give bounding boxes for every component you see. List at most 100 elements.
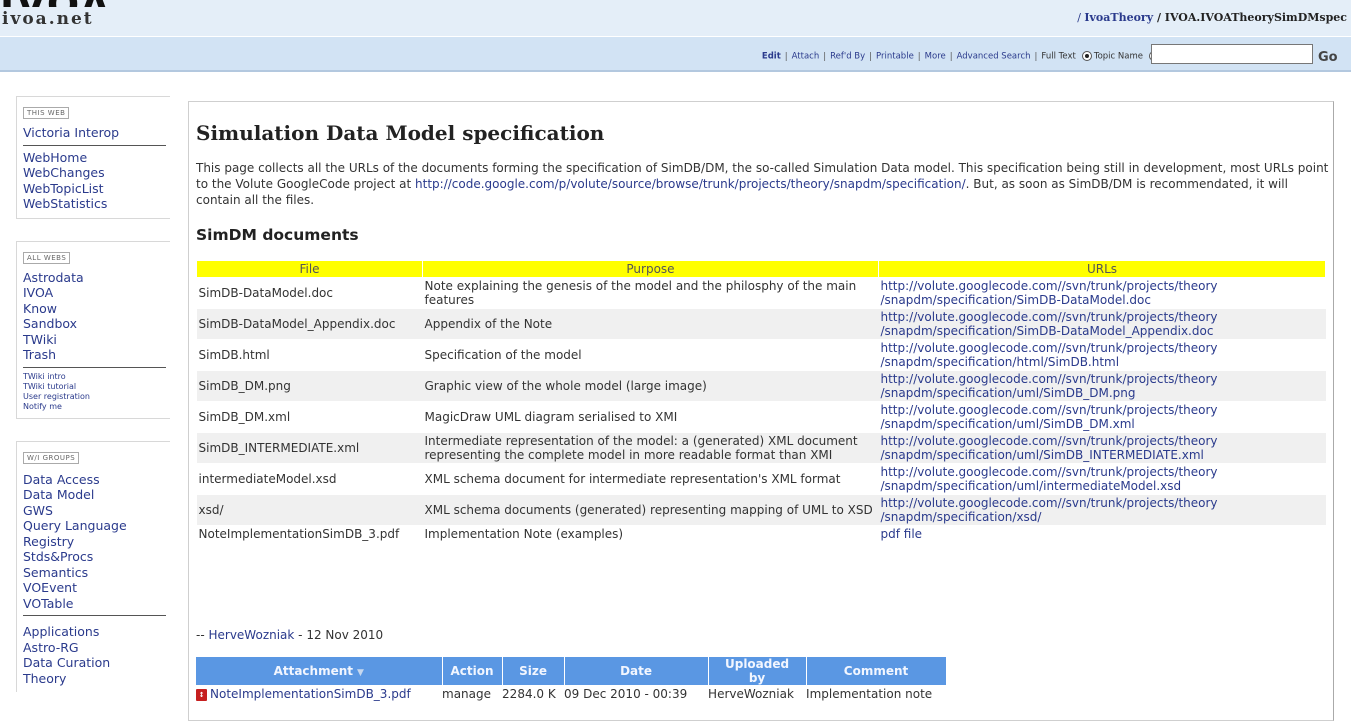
intro-paragraph: This page collects all the URLs of the d… xyxy=(196,160,1332,208)
full-text-radio[interactable] xyxy=(1081,51,1092,61)
url-part: http://volute.googlecode.com//svn/trunk/… xyxy=(880,434,1218,448)
url-cell: http://volute.googlecode.com//svn/trunk/… xyxy=(878,463,1326,495)
sidebar-item-astro-rg[interactable]: Astro-RG xyxy=(23,640,170,656)
attachment-file-link[interactable]: NoteImplementationSimDB_3.pdf xyxy=(210,687,411,701)
url-part: /snapdm/specification/html/SimDB.html xyxy=(880,355,1120,369)
sidebar-link-twiki-tutorial[interactable]: TWiki tutorial xyxy=(23,382,170,392)
column-header-comment[interactable]: Comment xyxy=(806,657,947,685)
column-header-action[interactable]: Action xyxy=(442,657,503,685)
column-header-purpose[interactable]: Purpose xyxy=(422,260,879,278)
manage-link[interactable]: manage xyxy=(442,687,491,701)
url-part: http://volute.googlecode.com//svn/trunk/… xyxy=(880,279,1218,293)
document-url-link[interactable]: http://volute.googlecode.com//svn/trunk/… xyxy=(881,403,1218,431)
uploader-link[interactable]: HerveWozniak xyxy=(708,687,794,701)
sidebar-web-title[interactable]: Victoria Interop xyxy=(23,125,170,141)
sidebar-item-sandbox[interactable]: Sandbox xyxy=(23,316,170,332)
pdf-file-link[interactable]: pdf file xyxy=(881,527,923,541)
section-title: SimDM documents xyxy=(196,226,359,244)
refd-by-link[interactable]: Ref'd By xyxy=(830,52,865,62)
file-cell: xsd/ xyxy=(196,494,423,526)
purpose-cell: MagicDraw UML diagram serialised to XMI xyxy=(422,401,879,433)
sidebar-link-notify-me[interactable]: Notify me xyxy=(23,402,170,412)
sidebar-item-data-model[interactable]: Data Model xyxy=(23,487,170,503)
action-toolbar: Edit | Attach | Ref'd By | Printable | More | Adva… xyxy=(0,37,1351,72)
sidebar-item-semantics[interactable]: Semantics xyxy=(23,565,170,581)
attachment-cell: ↕ NoteImplementationSimDB_3.pdf xyxy=(196,685,442,703)
edit-link[interactable]: Edit xyxy=(762,52,781,62)
sidebar-item-data-curation[interactable]: Data Curation xyxy=(23,655,170,671)
signature: -- HerveWozniak - 12 Nov 2010 xyxy=(196,628,383,642)
all-webs-group: ALL WEBS Astrodata IVOA Know Sandbox TWi… xyxy=(16,240,170,419)
purpose-cell: Intermediate representation of the model… xyxy=(422,432,879,464)
attachment-header-label: Attachment xyxy=(273,664,353,678)
document-url-link[interactable]: http://volute.googlecode.com//svn/trunk/… xyxy=(881,279,1218,307)
attach-link[interactable]: Attach xyxy=(792,52,820,62)
column-header-date[interactable]: Date xyxy=(564,657,709,685)
volute-project-link[interactable]: http://code.google.com/p/volute/source/b… xyxy=(415,177,966,191)
sidebar-item-data-access[interactable]: Data Access xyxy=(23,472,170,488)
more-link[interactable]: More xyxy=(925,52,946,62)
sidebar-item-know[interactable]: Know xyxy=(23,301,170,317)
document-url-link[interactable]: http://volute.googlecode.com//svn/trunk/… xyxy=(881,372,1218,400)
document-url-link[interactable]: http://volute.googlecode.com//svn/trunk/… xyxy=(881,434,1218,462)
column-header-uploaded-by[interactable]: Uploaded by xyxy=(708,657,807,685)
documents-table: File Purpose URLs SimDB-DataModel.doc No… xyxy=(196,260,1326,543)
url-part: /snapdm/specification/uml/SimDB_DM.xml xyxy=(880,417,1135,431)
purpose-cell: Graphic view of the whole model (large i… xyxy=(422,370,879,402)
url-cell: http://volute.googlecode.com//svn/trunk/… xyxy=(878,370,1326,402)
sidebar-link-twiki-intro[interactable]: TWiki intro xyxy=(23,372,170,382)
wi-groups-tag: W/I GROUPS xyxy=(23,451,80,464)
sidebar-item-theory[interactable]: Theory xyxy=(23,671,170,687)
file-cell: SimDB_INTERMEDIATE.xml xyxy=(196,432,423,464)
sidebar-item-webchanges[interactable]: WebChanges xyxy=(23,165,170,181)
sidebar-item-astrodata[interactable]: Astrodata xyxy=(23,270,170,286)
url-cell: http://volute.googlecode.com//svn/trunk/… xyxy=(878,401,1326,433)
sidebar-item-applications[interactable]: Applications xyxy=(23,624,170,640)
printable-link[interactable]: Printable xyxy=(876,52,914,62)
column-header-size[interactable]: Size xyxy=(502,657,565,685)
table-row: SimDB.html Specification of the model ht… xyxy=(196,339,1326,371)
column-header-attachment[interactable]: Attachment ▼ xyxy=(196,657,443,685)
attachment-row: ↕ NoteImplementationSimDB_3.pdf manage 22… xyxy=(196,685,946,703)
url-cell: pdf file xyxy=(878,525,1326,543)
search-input[interactable] xyxy=(1151,44,1313,64)
sidebar-item-trash[interactable]: Trash xyxy=(23,347,170,363)
sidebar-divider xyxy=(23,144,166,146)
sidebar-item-registry[interactable]: Registry xyxy=(23,534,170,550)
column-header-file[interactable]: File xyxy=(196,260,423,278)
file-cell: SimDB-DataModel.doc xyxy=(196,277,423,309)
url-part: http://volute.googlecode.com//svn/trunk/… xyxy=(880,372,1218,386)
sidebar-item-ivoa[interactable]: IVOA xyxy=(23,285,170,301)
sidebar-item-webhome[interactable]: WebHome xyxy=(23,150,170,166)
sidebar: THIS WEB Victoria Interop WebHome WebCha… xyxy=(16,96,170,714)
url-part: /snapdm/specification/SimDB-DataModel_Ap… xyxy=(880,324,1214,338)
sidebar-item-gws[interactable]: GWS xyxy=(23,503,170,519)
advanced-search-link[interactable]: Advanced Search xyxy=(957,52,1031,62)
breadcrumb-web-link[interactable]: IvoaTheory xyxy=(1084,11,1153,24)
sidebar-item-voevent[interactable]: VOEvent xyxy=(23,580,170,596)
document-url-link[interactable]: http://volute.googlecode.com//svn/trunk/… xyxy=(881,496,1218,524)
topic-name-label: Topic Name xyxy=(1093,51,1143,62)
sidebar-link-user-registration[interactable]: User registration xyxy=(23,392,170,402)
file-cell: NoteImplementationSimDB_3.pdf xyxy=(196,525,423,543)
go-button[interactable]: Go xyxy=(1318,50,1338,65)
this-web-group: THIS WEB Victoria Interop WebHome WebCha… xyxy=(16,96,170,219)
sidebar-item-webtopiclist[interactable]: WebTopicList xyxy=(23,181,170,197)
sidebar-item-votable[interactable]: VOTable xyxy=(23,596,170,612)
all-webs-tag: ALL WEBS xyxy=(23,251,71,264)
site-logo[interactable]: ivoa.net xyxy=(2,9,94,29)
sidebar-item-stds-procs[interactable]: Stds&Procs xyxy=(23,549,170,565)
document-url-link[interactable]: http://volute.googlecode.com//svn/trunk/… xyxy=(881,341,1218,369)
table-row: NoteImplementationSimDB_3.pdf Implementa… xyxy=(196,525,1326,543)
sidebar-item-twiki[interactable]: TWiki xyxy=(23,332,170,348)
document-url-link[interactable]: http://volute.googlecode.com//svn/trunk/… xyxy=(881,465,1218,493)
sidebar-item-webstatistics[interactable]: WebStatistics xyxy=(23,196,170,212)
author-link[interactable]: HerveWozniak xyxy=(208,628,294,642)
url-part: /snapdm/specification/uml/SimDB_INTERMED… xyxy=(880,448,1204,462)
attachments-table: Attachment ▼ Action Size Date Uploaded by… xyxy=(196,657,947,703)
file-cell: SimDB_DM.png xyxy=(196,370,423,402)
sidebar-item-query-language[interactable]: Query Language xyxy=(23,518,170,534)
attachments-header-row: Attachment ▼ Action Size Date Uploaded by… xyxy=(196,657,947,685)
column-header-urls[interactable]: URLs xyxy=(878,260,1326,278)
document-url-link[interactable]: http://volute.googlecode.com//svn/trunk/… xyxy=(881,310,1218,338)
